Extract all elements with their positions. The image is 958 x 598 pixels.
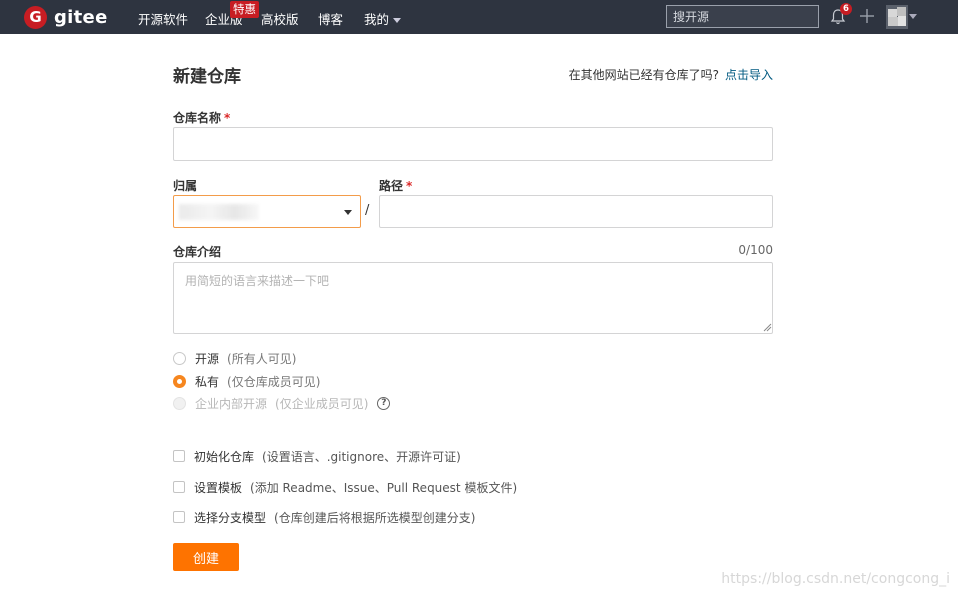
checkbox[interactable] xyxy=(173,481,185,493)
notification-count-badge[interactable]: 6 xyxy=(840,3,852,15)
option-label: 初始化仓库 xyxy=(194,449,255,464)
option-init-repo[interactable]: 初始化仓库 (设置语言、.gitignore、开源许可证) xyxy=(173,448,461,464)
description-label: 仓库介绍 xyxy=(173,245,222,259)
visibility-option-public[interactable]: 开源 (所有人可见) xyxy=(173,350,296,366)
visibility-option-note: (仅企业成员可见) xyxy=(275,396,369,411)
top-navbar: G gitee 开源软件 企业版 特惠 高校版 博客 我的 6 xyxy=(0,0,958,34)
nav-item-open-source[interactable]: 开源软件 xyxy=(138,9,188,28)
option-label: 设置模板 xyxy=(194,480,243,495)
path-separator: / xyxy=(365,203,370,218)
checkbox[interactable] xyxy=(173,511,185,523)
import-link[interactable]: 点击导入 xyxy=(725,68,773,82)
option-branch-model[interactable]: 选择分支模型 (仓库创建后将根据所选模型创建分支) xyxy=(173,509,475,525)
avatar-chevron-down-icon[interactable] xyxy=(909,14,917,19)
required-mark: * xyxy=(224,111,231,125)
repo-name-input[interactable] xyxy=(173,127,773,161)
option-set-template[interactable]: 设置模板 (添加 Readme、Issue、Pull Request 模板文件) xyxy=(173,479,517,495)
import-hint: 在其他网站已经有仓库了吗? 点击导入 xyxy=(569,66,773,83)
description-textarea[interactable] xyxy=(173,262,773,334)
path-label: 路径 * xyxy=(379,177,412,194)
page-title: 新建仓库 xyxy=(173,67,241,87)
gitee-logo[interactable]: G gitee xyxy=(24,5,108,29)
owner-value-redacted xyxy=(179,204,259,220)
hot-deal-badge[interactable]: 特惠 xyxy=(230,1,259,18)
visibility-option-enterprise-internal: 企业内部开源 (仅企业成员可见) ? xyxy=(173,395,391,411)
required-mark: * xyxy=(406,179,413,193)
repo-name-label-text: 仓库名称 xyxy=(173,111,222,125)
radio-button-checked[interactable] xyxy=(173,374,186,388)
nav-item-education[interactable]: 高校版 xyxy=(261,9,299,28)
owner-select[interactable] xyxy=(173,195,361,228)
create-button[interactable]: 创建 xyxy=(173,543,239,571)
resize-handle-icon[interactable] xyxy=(763,323,772,332)
radio-button[interactable] xyxy=(173,351,186,365)
chevron-down-icon xyxy=(393,18,402,23)
repo-name-label: 仓库名称 * xyxy=(173,109,230,126)
option-note: (仓库创建后将根据所选模型创建分支) xyxy=(274,510,476,525)
repo-path-input[interactable] xyxy=(379,195,773,228)
plus-icon[interactable] xyxy=(858,7,876,25)
search-input[interactable] xyxy=(666,5,819,28)
nav-item-blog[interactable]: 博客 xyxy=(318,9,343,28)
avatar[interactable] xyxy=(886,5,908,29)
watermark: https://blog.csdn.net/congcong_i xyxy=(721,571,950,587)
path-label-text: 路径 xyxy=(379,179,404,193)
option-label: 选择分支模型 xyxy=(194,510,267,525)
import-prompt: 在其他网站已经有仓库了吗? xyxy=(568,68,719,82)
nav-item-mine-label: 我的 xyxy=(364,12,390,27)
visibility-option-note: (所有人可见) xyxy=(227,351,297,366)
chevron-down-icon xyxy=(344,210,352,215)
description-char-counter: 0/100 xyxy=(738,243,773,257)
visibility-option-private[interactable]: 私有 (仅仓库成员可见) xyxy=(173,373,320,389)
gitee-logo-icon: G xyxy=(24,5,47,29)
option-note: (设置语言、.gitignore、开源许可证) xyxy=(262,449,461,464)
owner-label: 归属 xyxy=(173,179,198,193)
checkbox[interactable] xyxy=(173,450,185,462)
visibility-option-label: 开源 xyxy=(195,351,220,366)
option-note: (添加 Readme、Issue、Pull Request 模板文件) xyxy=(250,480,518,495)
radio-button-disabled xyxy=(173,396,186,410)
visibility-option-label: 私有 xyxy=(195,374,220,389)
visibility-option-note: (仅仓库成员可见) xyxy=(227,374,321,389)
gitee-logo-text: gitee xyxy=(54,6,108,28)
visibility-option-label: 企业内部开源 xyxy=(195,396,268,411)
help-icon[interactable]: ? xyxy=(377,396,391,410)
nav-item-mine[interactable]: 我的 xyxy=(364,9,402,28)
